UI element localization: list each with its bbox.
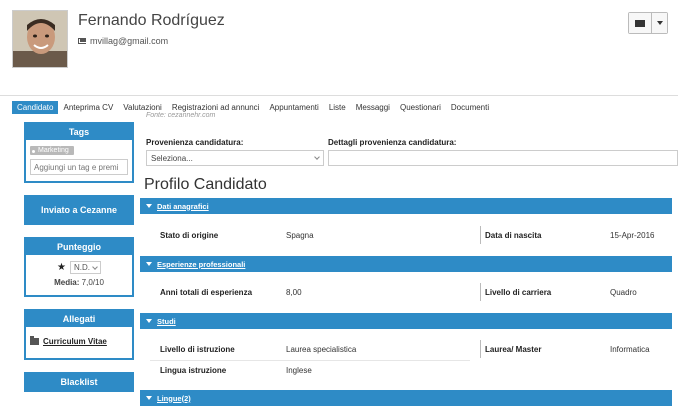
tag-chip[interactable]: Marketing [30,146,74,155]
curriculum-vitae-link[interactable]: Curriculum Vitae [43,337,107,346]
dettagli-block: Dettagli provenienza candidatura: [328,138,678,166]
actions-dropdown-button[interactable] [651,13,667,33]
candidate-email[interactable]: mvillag@gmail.com [90,36,168,46]
field-value: Spagna [286,230,314,240]
blacklist-card: Blacklist [24,372,134,392]
send-message-button[interactable] [629,13,651,33]
tab-messaggi[interactable]: Messaggi [351,101,395,114]
section-label: Dati anagrafici [157,201,209,211]
field-label: Livello di carriera [480,283,551,301]
star-icon[interactable]: ★ [57,262,66,273]
field-label: Stato di origine [160,230,219,240]
score-value: N.D. [73,263,90,272]
score-title: Punteggio [26,239,132,255]
field-value: 15-Apr-2016 [610,230,655,240]
tags-card: Tags Marketing [24,122,134,183]
score-card: Punteggio ★ N.D. Media: 7,0/10 [24,237,134,297]
section-dati-anagrafici[interactable]: Dati anagrafici [140,198,672,214]
section-esperienze[interactable]: Esperienze professionali [140,256,672,272]
field-value: Laurea specialistica [286,344,357,354]
triangle-down-icon [146,204,152,208]
email-row: mvillag@gmail.com [78,36,168,46]
message-actions [628,12,668,34]
dettagli-label: Dettagli provenienza candidatura: [328,138,457,147]
row-stato-nascita: Stato di origine Spagna Data di nascita … [140,224,672,246]
row-anni-livello: Anni totali di esperienza 8,00 Livello d… [140,281,672,303]
field-value: Inglese [286,365,312,375]
score-select[interactable]: N.D. [69,261,101,274]
chevron-down-icon [314,154,320,160]
tag-input[interactable] [30,159,128,175]
sidebar: Tags Marketing Inviato a Cezanne Puntegg… [24,122,134,404]
attachments-body: Curriculum Vitae [26,327,132,358]
row-istruzione-laurea: Livello di istruzione Laurea specialisti… [140,338,672,360]
field-value: Informatica [610,344,650,354]
media-label: Media: [54,278,80,287]
section-label: Studi [157,316,176,326]
provenienza-select[interactable]: Seleziona... [146,150,324,166]
attachments-title: Allegati [26,311,132,327]
caret-down-icon [656,21,663,25]
avatar-photo [13,11,67,67]
tab-anteprima-cv[interactable]: Anteprima CV [58,101,118,114]
score-body: ★ N.D. Media: 7,0/10 [26,255,132,295]
score-row: ★ N.D. [30,261,128,274]
field-label: Lingua istruzione [160,365,227,375]
candidate-header: Fernando Rodríguez mvillag@gmail.com [0,0,678,96]
triangle-down-icon [146,396,152,400]
provenienza-block: Provenienza candidatura: Seleziona... [146,138,324,166]
field-label: Livello di istruzione [160,344,235,354]
triangle-down-icon [146,262,152,266]
field-label: Data di nascita [480,226,541,244]
chevron-down-icon [92,263,98,270]
tab-appuntamenti[interactable]: Appuntamenti [264,101,323,114]
tab-documenti[interactable]: Documenti [446,101,494,114]
send-to-cezanne-button[interactable]: Inviato a Cezanne [24,195,134,225]
candidate-name: Fernando Rodríguez [78,12,225,29]
field-value: 8,00 [286,287,302,297]
section-label: Lingue(2) [157,393,191,403]
tab-liste[interactable]: Liste [324,101,351,114]
provenienza-value: Seleziona... [151,153,193,163]
tab-questionari[interactable]: Questionari [395,101,446,114]
score-media: Media: 7,0/10 [30,278,128,287]
field-label: Anni totali di esperienza [160,287,253,297]
dettagli-input[interactable] [328,150,678,166]
section-label: Esperienze professionali [157,259,246,269]
section-studi[interactable]: Studi [140,313,672,329]
section-lingue[interactable]: Lingue(2) [140,390,672,406]
mail-icon [78,38,86,44]
row-lingua-istruzione: Lingua istruzione Inglese [140,359,672,381]
blacklist-title[interactable]: Blacklist [26,374,132,390]
page-title: Profilo Candidato [144,176,267,193]
media-value: 7,0/10 [81,278,104,287]
attachments-card: Allegati Curriculum Vitae [24,309,134,360]
folder-icon [30,336,39,345]
field-label: Laurea/ Master [480,340,541,358]
triangle-down-icon [146,319,152,323]
avatar [12,10,68,68]
envelope-icon [635,19,645,27]
source-text: Fonte: cezannehr.com [146,112,216,119]
tags-title: Tags [26,124,132,140]
field-value: Quadro [610,287,637,297]
provenienza-label: Provenienza candidatura: [146,138,244,147]
tab-candidato[interactable]: Candidato [12,101,59,114]
candidate-tabs: Candidato Anteprima CV Valutazioni Regis… [12,98,494,114]
tags-body: Marketing [26,140,132,181]
